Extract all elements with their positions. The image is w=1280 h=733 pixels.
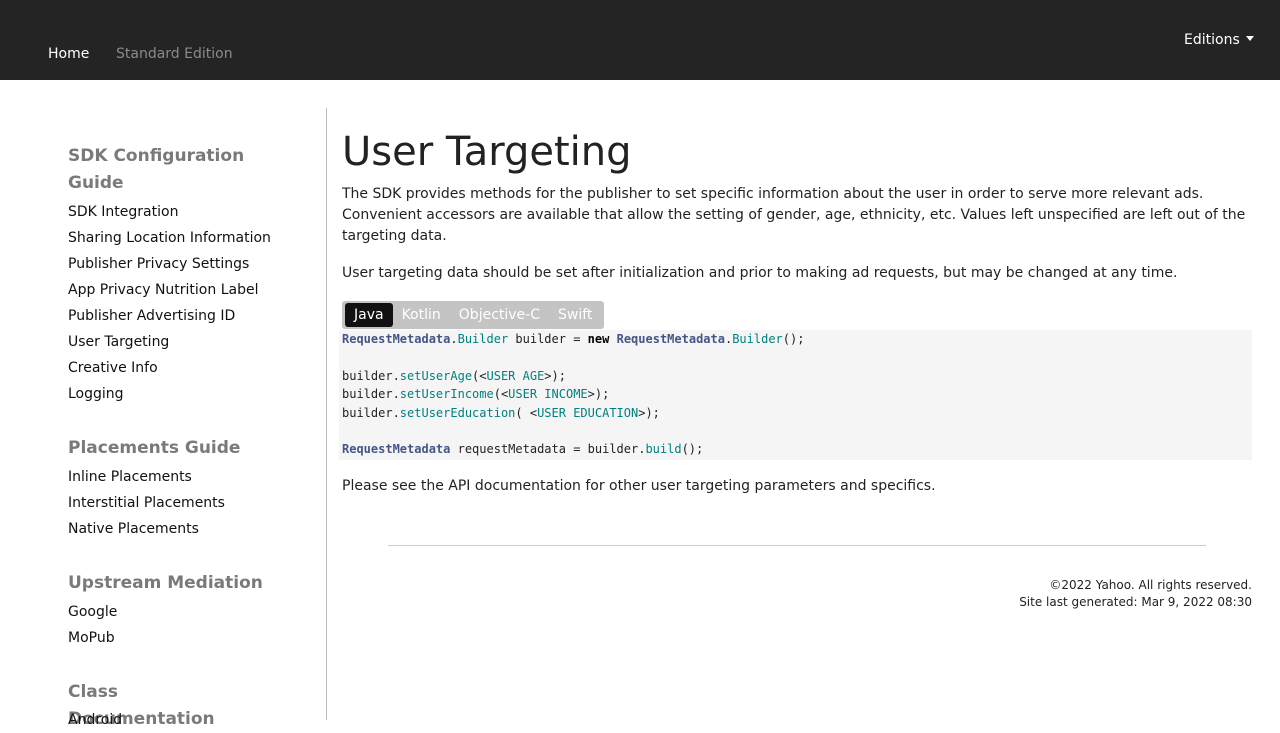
code-token: requestMetadata = builder. [450,442,646,456]
content-divider [388,545,1206,546]
sidebar-item-user-targeting[interactable]: User Targeting [68,333,169,351]
code-token: RequestMetadata [616,332,725,346]
footer-copyright: ©2022 Yahoo. All rights reserved. [1049,578,1252,592]
code-token: RequestMetadata [342,442,451,456]
code-token: USER INCOME [508,387,588,401]
code-token: >); [544,369,566,383]
code-line-1: RequestMetadata.Builder builder = new Re… [342,331,804,347]
code-token: USER AGE [486,369,545,383]
code-token: builder. [342,387,400,401]
tab-java[interactable]: Java [345,303,393,327]
code-line-5: RequestMetadata requestMetadata = builde… [342,441,703,457]
code-token: Builder [457,332,509,346]
code-token: >); [638,406,660,420]
code-language-tabs: Java Kotlin Objective-C Swift [342,301,605,329]
code-token: (); [681,442,704,456]
tab-swift[interactable]: Swift [549,303,601,327]
code-token: setUserIncome [399,387,494,401]
code-token: new [587,332,610,346]
code-token: build [645,442,682,456]
editions-label: Editions [1184,32,1240,48]
sidebar-item-publisher-advertising-id[interactable]: Publisher Advertising ID [68,307,235,325]
code-token: builder. [342,369,400,383]
top-navigation-bar: Home Standard Edition Editions [0,0,1280,80]
sidebar-item-app-privacy-nutrition-label[interactable]: App Privacy Nutrition Label [68,281,258,299]
code-token: (< [493,387,509,401]
breadcrumb-edition[interactable]: Standard Edition [116,45,233,63]
api-documentation-note: Please see the API documentation for oth… [342,478,936,494]
code-token: setUserEducation [399,406,516,420]
caret-down-icon [1245,36,1254,41]
code-token: setUserAge [399,369,473,383]
code-token: (); [782,332,805,346]
page-title: User Targeting [342,129,632,175]
sidebar-item-mopub[interactable]: MoPub [68,629,115,647]
embedded-frame[interactable] [362,507,1250,545]
sidebar-item-google[interactable]: Google [68,603,117,621]
code-token: USER EDUCATION [537,406,639,420]
intro-paragraph-line-3: targeting data. [342,228,447,244]
timing-paragraph: User targeting data should be set after … [342,265,1178,281]
footer-generated-date: Site last generated: Mar 9, 2022 08:30 [1019,595,1252,609]
sidebar-item-native-placements[interactable]: Native Placements [68,520,199,538]
sidebar-item-sharing-location-information[interactable]: Sharing Location Information [68,229,271,247]
breadcrumb-home-link[interactable]: Home [48,45,89,63]
sidebar-section-sdk-configuration-guide[interactable]: SDK Configuration Guide [68,143,268,197]
sidebar-item-android[interactable]: Android [68,711,122,729]
sidebar-item-interstitial-placements[interactable]: Interstitial Placements [68,494,225,512]
code-token: Builder [732,332,783,346]
editions-dropdown[interactable]: Editions [1184,31,1254,49]
code-line-2: builder.setUserAge(<USER AGE>); [342,368,566,384]
tab-objective-c[interactable]: Objective-C [450,303,549,327]
sidebar-item-logging[interactable]: Logging [68,385,124,403]
scroll-edge-handle[interactable] [1262,6,1280,74]
sidebar-item-creative-info[interactable]: Creative Info [68,359,158,377]
code-token: RequestMetadata [342,332,451,346]
sidebar-item-inline-placements[interactable]: Inline Placements [68,468,192,486]
code-line-3: builder.setUserIncome(<USER INCOME>); [342,386,609,402]
code-token: builder. [342,406,400,420]
code-token: (< [472,369,487,383]
sidebar-item-publisher-privacy-settings[interactable]: Publisher Privacy Settings [68,255,249,273]
sidebar-section-placements-guide[interactable]: Placements Guide [68,435,268,462]
intro-paragraph-line-1: The SDK provides methods for the publish… [342,186,1204,202]
code-token: ( < [515,406,538,420]
code-token: builder = [508,332,588,346]
code-line-4: builder.setUserEducation( <USER EDUCATIO… [342,405,660,421]
code-token: >); [587,387,610,401]
sidebar-divider [326,108,327,720]
code-token: . [450,332,458,346]
sidebar-section-upstream-mediation[interactable]: Upstream Mediation [68,570,268,597]
sidebar-item-sdk-integration[interactable]: SDK Integration [68,203,178,221]
tab-kotlin[interactable]: Kotlin [393,303,450,327]
intro-paragraph-line-2: Convenient accessors are available that … [342,207,1246,223]
